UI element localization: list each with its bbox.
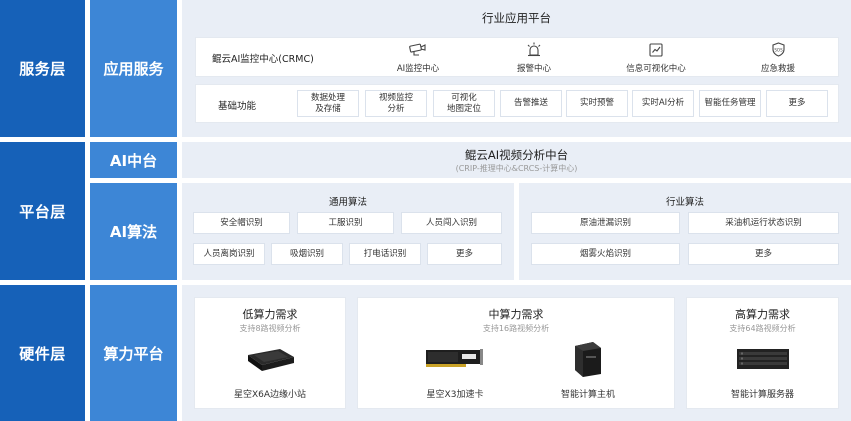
- basic-functions-name: 基础功能: [218, 101, 257, 112]
- mid-item-accelerator-card: 星空X3加速卡: [426, 390, 484, 400]
- ai-algorithm-text: AI算法: [109, 223, 158, 241]
- ai-center-label: AI中台: [90, 142, 177, 178]
- sos-icon: SOS: [771, 42, 786, 57]
- chart-icon: [649, 43, 663, 57]
- application-service-text: 应用服务: [103, 60, 164, 78]
- service-layer-text: 服务层: [19, 60, 66, 78]
- compute-host-image: [571, 340, 605, 382]
- compute-platform-text: 算力平台: [103, 344, 164, 363]
- basic-chip-alert-push: 告警推送: [500, 90, 562, 117]
- service-layer-label: 服务层: [0, 0, 85, 137]
- algo-chip-pumpjack-status: 采油机运行状态识别: [688, 212, 839, 234]
- crmc-item-visualization-center: 信息可视化中心: [626, 64, 686, 74]
- basic-chip-data-processing: 数据处理 及存储: [297, 90, 359, 117]
- high-compute-title: 高算力需求: [735, 308, 790, 321]
- mid-compute-subtitle: 支持16路视频分析: [482, 324, 550, 333]
- svg-text:SOS: SOS: [774, 48, 783, 53]
- basic-chip-more: 更多: [766, 90, 828, 117]
- basic-chip-task-management: 智能任务管理: [699, 90, 761, 117]
- algo-chip-oil-leak: 原油泄漏识别: [531, 212, 680, 234]
- basic-chip-video-monitor: 视频监控 分析: [365, 90, 427, 117]
- edge-station-image: [244, 345, 296, 377]
- algo-chip-intrusion: 人员闯入识别: [401, 212, 502, 234]
- low-compute-subtitle: 支持8路视频分析: [239, 324, 301, 333]
- general-algorithm-title: 通用算法: [328, 197, 367, 208]
- basic-chip-map-location: 可视化 地图定位: [433, 90, 495, 117]
- hardware-layer-text: 硬件层: [19, 344, 66, 363]
- algo-chip-smoke-fire: 烟雾火焰识别: [531, 243, 680, 265]
- algo-chip-industry-more: 更多: [688, 243, 839, 265]
- crmc-item-alarm-center: 报警中心: [516, 64, 551, 74]
- hardware-layer-label: 硬件层: [0, 285, 85, 421]
- camera-icon: [408, 42, 426, 56]
- high-compute-subtitle: 支持64路视频分析: [729, 324, 796, 333]
- alarm-icon: [526, 42, 542, 57]
- industry-algorithm-title: 行业算法: [665, 197, 704, 208]
- ai-center-subtitle: (CRIP-推理中心&CRCS-计算中心): [455, 164, 578, 173]
- mid-compute-title: 中算力需求: [488, 308, 544, 321]
- ai-center-title: 鲲云AI视频分析中台: [464, 148, 569, 162]
- compute-platform-label: 算力平台: [90, 285, 177, 421]
- mid-item-compute-host: 智能计算主机: [560, 390, 615, 400]
- high-item-server: 智能计算服务器: [730, 390, 794, 400]
- platform-layer-text: 平台层: [19, 202, 66, 221]
- industry-platform-title: 行业应用平台: [482, 11, 551, 25]
- algo-chip-phone-call: 打电话识别: [349, 243, 421, 265]
- algo-chip-off-post: 人员离岗识别: [193, 243, 265, 265]
- low-item-edge-station: 星空X6A边缘小站: [233, 390, 307, 400]
- crmc-name: 鲲云AI监控中心(CRMC): [212, 54, 314, 65]
- basic-chip-realtime-ai: 实时AI分析: [632, 90, 694, 117]
- application-service-label: 应用服务: [90, 0, 177, 137]
- algo-chip-general-more: 更多: [427, 243, 502, 265]
- ai-algorithm-label: AI算法: [90, 183, 177, 280]
- algo-chip-helmet: 安全帽识别: [193, 212, 290, 234]
- crmc-item-ai-monitor: AI监控中心: [396, 64, 440, 74]
- algo-chip-smoking: 吸烟识别: [271, 243, 343, 265]
- algo-chip-workwear: 工服识别: [297, 212, 394, 234]
- crmc-item-emergency-rescue: 应急救援: [760, 64, 795, 74]
- low-compute-title: 低算力需求: [242, 308, 298, 321]
- server-image: [735, 345, 791, 377]
- accelerator-card-image: [424, 346, 484, 374]
- basic-chip-realtime-warning: 实时预警: [566, 90, 628, 117]
- platform-layer-label: 平台层: [0, 142, 85, 280]
- ai-center-text: AI中台: [109, 151, 158, 170]
